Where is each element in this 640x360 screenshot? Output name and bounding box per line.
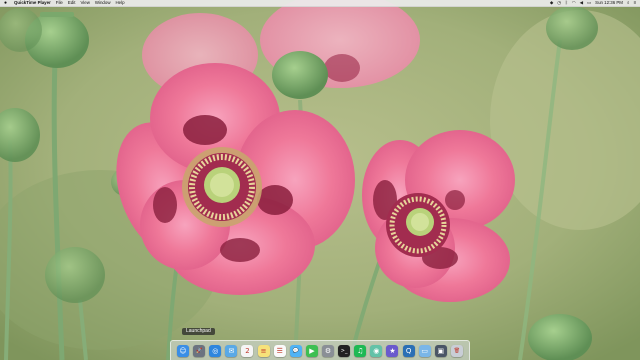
desktop-wallpaper [0, 0, 640, 360]
volume-icon[interactable]: ◀ [580, 0, 583, 6]
app-icon[interactable]: ◉ [370, 344, 383, 357]
quicktime-icon[interactable]: Q [402, 344, 415, 357]
dock: ☺ 🚀 ◎ ✉ 2 ≡ ☰ 💬 ▶ ⚙ >_ ♫ ◉ ★ Q ▭ ▣ 🗑 [170, 340, 470, 360]
wifi-icon[interactable]: ◠ [572, 0, 576, 6]
menubar-clock[interactable]: Sun 12:36 PM [595, 0, 623, 6]
menu-bar: ● QuickTime Player File Edit View Window… [0, 0, 640, 7]
dropbox-icon[interactable]: ◆ [550, 0, 553, 6]
system-preferences-icon[interactable]: ⚙ [322, 344, 335, 357]
folder-icon[interactable]: ▭ [418, 344, 431, 357]
messages-icon[interactable]: 💬 [289, 344, 302, 357]
menu-file[interactable]: File [56, 0, 63, 6]
mail-icon[interactable]: ✉ [225, 344, 238, 357]
trash-icon[interactable]: 🗑 [450, 344, 463, 357]
spotlight-icon[interactable]: ⌕ [627, 0, 629, 6]
notes-icon[interactable]: ≡ [257, 344, 270, 357]
spotify-icon[interactable]: ♫ [354, 344, 367, 357]
terminal-icon[interactable]: >_ [338, 344, 351, 357]
menu-view[interactable]: View [80, 0, 89, 6]
bluetooth-icon[interactable]: ᛒ [565, 0, 568, 6]
app-menu[interactable]: QuickTime Player [14, 0, 51, 6]
menu-help[interactable]: Help [116, 0, 125, 6]
timemachine-icon[interactable]: ◷ [557, 0, 561, 6]
menu-window[interactable]: Window [95, 0, 111, 6]
notification-center-icon[interactable]: ≡ [633, 0, 636, 6]
imovie-icon[interactable]: ★ [386, 344, 399, 357]
facetime-icon[interactable]: ▶ [305, 344, 318, 357]
safari-icon[interactable]: ◎ [209, 344, 222, 357]
calendar-icon[interactable]: 2 [241, 344, 254, 357]
apple-menu-icon[interactable]: ● [4, 0, 9, 6]
battery-icon[interactable]: ▭ [587, 0, 591, 6]
launchpad-icon[interactable]: 🚀 [193, 344, 206, 357]
menu-edit[interactable]: Edit [68, 0, 76, 6]
dock-tooltip: Launchpad [182, 328, 215, 335]
reminders-icon[interactable]: ☰ [273, 344, 286, 357]
screenshot-icon[interactable]: ▣ [434, 344, 447, 357]
finder-icon[interactable]: ☺ [177, 344, 190, 357]
